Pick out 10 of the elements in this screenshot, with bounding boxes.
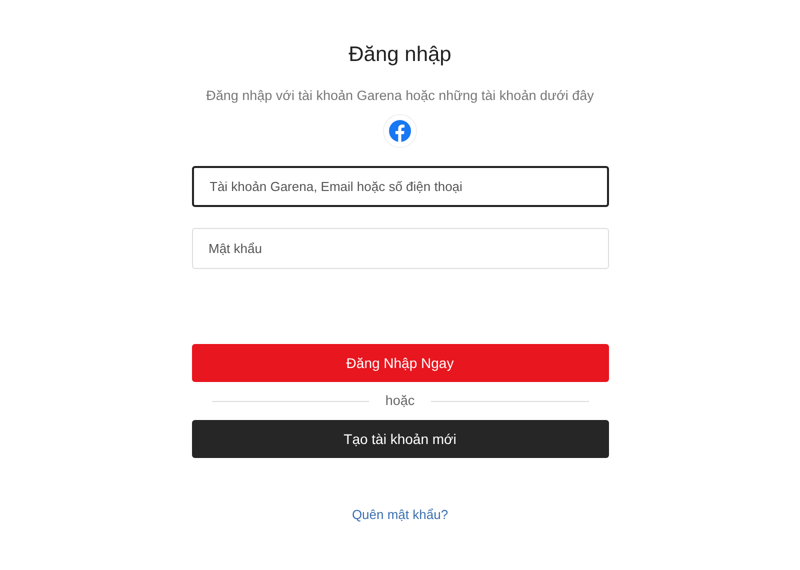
forgot-password-link[interactable]: Quên mật khẩu?	[352, 505, 448, 525]
account-field[interactable]: Tài khoản Garena, Email hoặc số điện thoại	[192, 166, 608, 207]
divider-text: hoặc	[385, 392, 415, 410]
create-account-button[interactable]: Tạo tài khoản mới	[192, 420, 608, 458]
facebook-login-button[interactable]	[383, 114, 417, 148]
login-button[interactable]: Đăng Nhập Ngay	[192, 344, 608, 382]
password-field[interactable]: Mật khẩu	[192, 228, 608, 269]
page-title: Đăng nhập	[348, 42, 452, 68]
facebook-icon	[389, 120, 411, 142]
subtitle: Đăng nhập với tài khoản Garena hoặc những tài khoản dưới đây	[206, 87, 594, 105]
